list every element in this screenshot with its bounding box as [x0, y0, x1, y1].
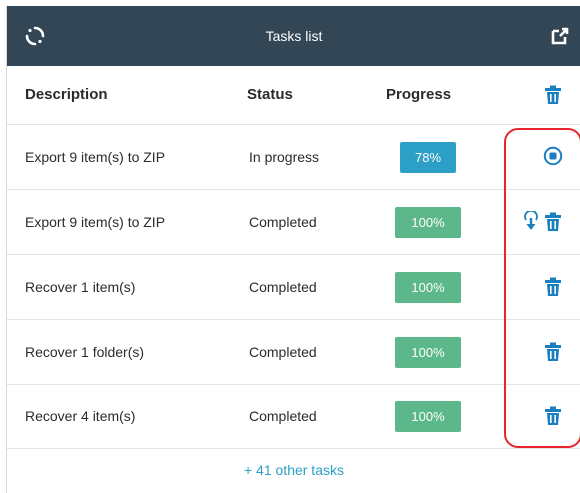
column-header-description: Description — [25, 86, 108, 103]
trash-icon — [545, 342, 561, 361]
panel-title: Tasks list — [265, 28, 323, 44]
delete-task-button[interactable] — [544, 212, 562, 232]
column-header-status: Status — [247, 86, 293, 103]
task-description: Export 9 item(s) to ZIP — [25, 214, 166, 230]
task-description: Recover 1 folder(s) — [25, 344, 145, 360]
task-status: Completed — [249, 344, 317, 360]
column-header-progress: Progress — [386, 86, 452, 103]
delete-task-button[interactable] — [544, 406, 562, 426]
delete-all-button[interactable] — [544, 85, 562, 105]
delete-task-button[interactable] — [544, 277, 562, 297]
progress-badge: 100% — [395, 337, 461, 368]
external-link-icon — [551, 27, 569, 45]
table-header: Description Status Progress — [7, 66, 580, 125]
task-row: Recover 4 item(s) Completed 100% — [7, 384, 580, 449]
trash-icon — [545, 277, 561, 296]
more-tasks-link[interactable]: + 41 other tasks — [7, 448, 580, 493]
popout-button[interactable] — [550, 26, 570, 46]
task-row: Recover 1 item(s) Completed 100% — [7, 255, 580, 320]
progress-badge: 78% — [400, 142, 456, 173]
download-button[interactable] — [522, 211, 540, 233]
task-status: Completed — [249, 279, 317, 295]
delete-task-button[interactable] — [544, 342, 562, 362]
task-row: Export 9 item(s) to ZIP Completed 100% — [7, 190, 580, 255]
trash-icon — [545, 212, 561, 231]
task-row: Export 9 item(s) to ZIP In progress 78% — [7, 125, 580, 190]
download-icon — [524, 211, 538, 230]
task-status: In progress — [249, 149, 320, 165]
stop-circle-icon — [543, 146, 563, 166]
task-status: Completed — [249, 408, 317, 424]
stop-task-button[interactable] — [543, 146, 563, 168]
panel-header: Tasks list — [7, 6, 580, 66]
progress-badge: 100% — [395, 401, 461, 432]
progress-badge: 100% — [395, 272, 461, 303]
task-row: Recover 1 folder(s) Completed 100% — [7, 320, 580, 385]
task-description: Export 9 item(s) to ZIP — [25, 149, 166, 165]
task-status: Completed — [249, 214, 317, 230]
tasks-panel: Tasks list Description Status Progress E… — [6, 6, 580, 493]
task-description: Recover 4 item(s) — [25, 408, 136, 424]
trash-icon — [545, 406, 561, 425]
trash-icon — [545, 85, 561, 104]
progress-badge: 100% — [395, 207, 461, 238]
task-description: Recover 1 item(s) — [25, 279, 136, 295]
